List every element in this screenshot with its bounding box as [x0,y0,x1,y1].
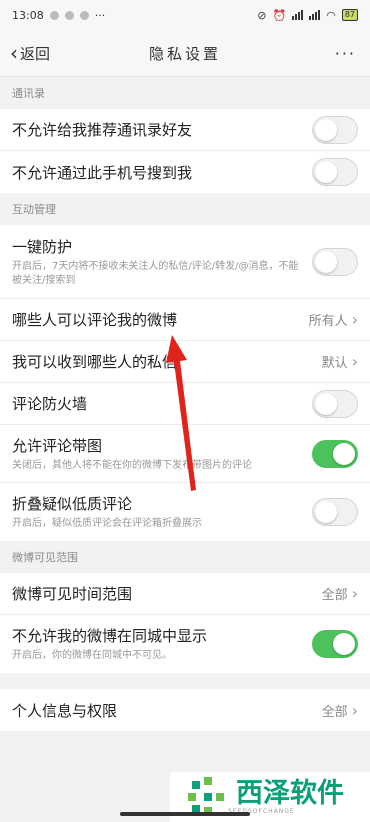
setting-row-visible-time-range[interactable]: 微博可见时间范围 全部 › [0,573,370,615]
notification-icon [64,10,74,20]
chevron-right-icon: › [351,352,358,371]
toggle-switch-off[interactable] [312,389,358,418]
battery-icon: 87 [341,9,358,21]
setting-label: 我可以收到哪些人的私信 [12,353,178,371]
interaction-group: 一键防护 开启后，7天内将不接收未关注人的私信/评论/转发/@消息，不能被关注/… [0,225,370,541]
section-header-interaction: 互动管理 [12,203,56,216]
mute-icon: ⊘ [257,8,267,22]
setting-row-who-can-message[interactable]: 我可以收到哪些人的私信 默认 › [0,341,370,383]
toggle-knob [333,633,355,655]
back-label: 返回 [20,44,51,63]
signal-icon [309,10,321,20]
setting-label: 允许评论带图 [12,436,103,455]
setting-value: 全部 › [322,701,358,720]
more-options-button[interactable]: ··· [335,44,356,63]
more-notifications-icon: ··· [94,8,106,22]
setting-description: 开启后，7天内将不接收未关注人的私信/评论/转发/@消息，不能被关注/搜索到 [12,260,299,286]
setting-value: 全部 › [322,584,358,603]
toggle-switch-off[interactable] [312,498,358,526]
setting-row-comment-firewall[interactable]: 评论防火墙 [0,383,370,425]
nav-bar: ‹ 返回 隐私设置 ··· [0,30,370,77]
chevron-right-icon: › [351,310,358,329]
status-bar: 13:08 ··· ⊘ ⏰ ◠ 87 [0,0,370,30]
section-header-visibility: 微博可见范围 [12,551,78,564]
setting-description: 关闭后，其他人将不能在你的微博下发布带图片的评论 [12,459,252,471]
toggle-knob [315,392,337,415]
visibility-group: 微博可见时间范围 全部 › 不允许我的微博在同城中显示 开启后，你的微博在同城中… [0,573,370,673]
setting-row-personal-info[interactable]: 个人信息与权限 全部 › [0,689,370,731]
watermark-logo-icon [188,777,228,817]
setting-row-one-click-protect[interactable]: 一键防护 开启后，7天内将不接收未关注人的私信/评论/转发/@消息，不能被关注/… [0,225,370,299]
setting-description: 开启后，你的微博在同城中不可见。 [12,650,172,661]
page-title: 隐私设置 [148,44,221,63]
setting-row-hide-same-city[interactable]: 不允许我的微博在同城中显示 开启后，你的微博在同城中不可见。 [0,615,370,673]
setting-label: 不允许通过此手机号搜到我 [12,163,193,182]
value-text: 全部 [321,704,348,720]
wifi-icon: ◠ [326,8,336,22]
alarm-icon: ⏰ [272,8,287,22]
setting-value: 所有人 › [309,310,358,329]
signal-icon [292,10,304,20]
toggle-knob [333,442,355,465]
setting-label: 评论防火墙 [12,395,88,413]
setting-value: 默认 › [322,352,358,371]
watermark-text-block: 西泽软件 SEEDSOFCHANGE [228,777,344,815]
setting-label: 不允许我的微博在同城中显示 [12,627,208,645]
toggle-knob [315,161,337,183]
setting-row-fold-low-quality[interactable]: 折叠疑似低质评论 开启后，疑似低质评论会在评论箱折叠展示 [0,483,370,541]
setting-label: 哪些人可以评论我的微博 [12,311,178,329]
chevron-right-icon: › [351,700,358,720]
value-text: 全部 [321,588,348,603]
setting-description: 开启后，疑似低质评论会在评论箱折叠展示 [12,518,202,529]
home-indicator [120,812,250,816]
notification-icon [79,10,89,20]
chevron-right-icon: › [351,584,358,603]
setting-label: 折叠疑似低质评论 [12,495,133,513]
value-text: 默认 [321,356,348,371]
setting-row-no-phone-search[interactable]: 不允许通过此手机号搜到我 [0,151,370,193]
toggle-switch-off[interactable] [312,115,358,144]
setting-label: 一键防护 [12,237,73,256]
setting-label: 不允许给我推荐通讯录好友 [12,121,193,139]
toggle-switch-off[interactable] [312,158,358,186]
personal-group: 个人信息与权限 全部 › [0,689,370,731]
back-button[interactable]: ‹ 返回 [0,41,50,65]
chevron-left-icon: ‹ [10,41,18,65]
setting-row-no-recommend[interactable]: 不允许给我推荐通讯录好友 [0,109,370,151]
notification-icon [49,10,59,20]
toggle-knob [315,250,337,273]
value-text: 所有人 [308,314,348,329]
status-time: 13:08 [12,8,44,22]
watermark-text: 西泽软件 [236,777,344,809]
toggle-knob [315,501,337,523]
setting-label: 微博可见时间范围 [12,585,133,603]
toggle-switch-off[interactable] [312,247,358,276]
section-header-contacts: 通讯录 [12,87,45,100]
toggle-knob [315,118,337,141]
toggle-switch-on[interactable] [312,439,358,468]
setting-label: 个人信息与权限 [12,701,118,720]
setting-row-allow-comment-images[interactable]: 允许评论带图 关闭后，其他人将不能在你的微博下发布带图片的评论 [0,425,370,483]
setting-row-who-can-comment[interactable]: 哪些人可以评论我的微博 所有人 › [0,299,370,341]
toggle-switch-on[interactable] [312,630,358,658]
contacts-group: 不允许给我推荐通讯录好友 不允许通过此手机号搜到我 [0,109,370,193]
